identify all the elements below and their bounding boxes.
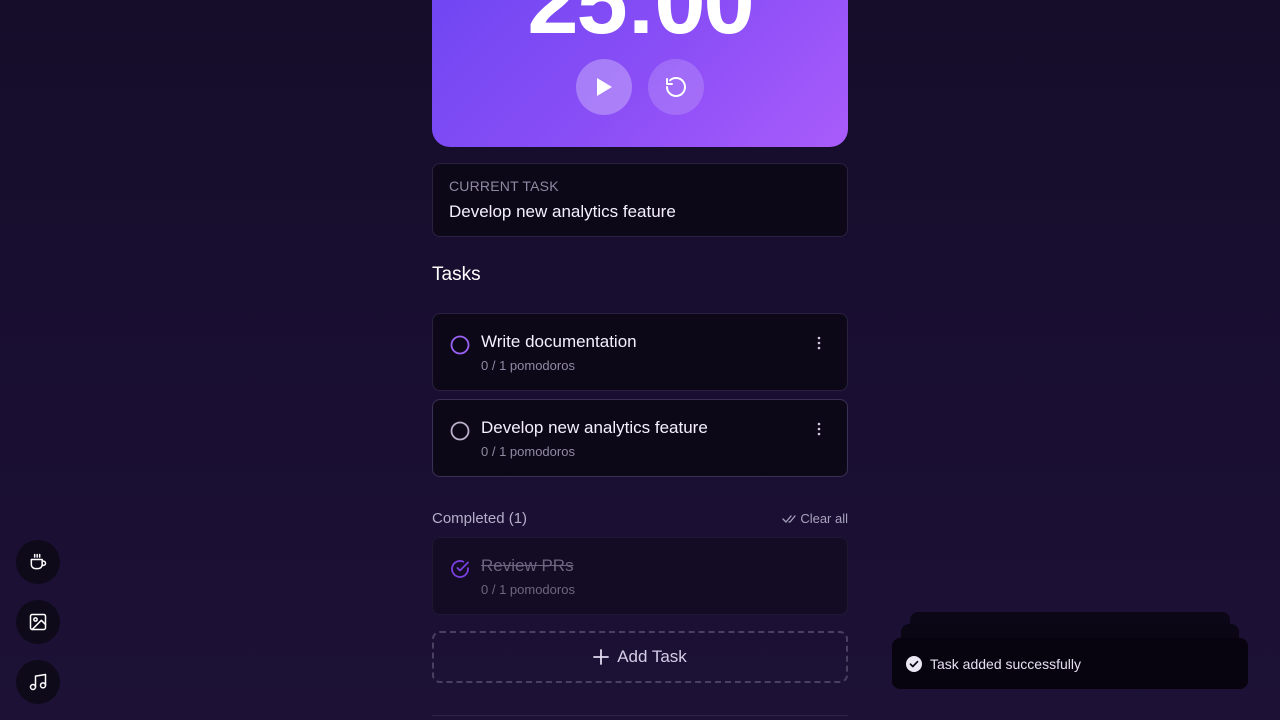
toast-message: Task added successfully <box>930 655 1081 672</box>
background-button[interactable] <box>16 600 60 644</box>
task-menu-button[interactable] <box>811 333 827 353</box>
timer-display: 25:00 <box>527 0 754 53</box>
toast-stack: Task added successfully <box>892 612 1248 690</box>
image-icon <box>29 613 47 631</box>
play-icon <box>597 78 612 96</box>
coffee-icon <box>30 553 47 570</box>
check-circle-icon <box>906 655 922 672</box>
break-button[interactable] <box>16 540 60 584</box>
current-task-label: CURRENT TASK <box>449 178 559 194</box>
reset-icon <box>666 77 686 97</box>
plus-icon <box>593 649 610 665</box>
music-button[interactable] <box>16 660 60 704</box>
task-item[interactable]: Write documentation 0 / 1 pomodoros <box>432 313 848 391</box>
task-checkbox-icon[interactable] <box>450 421 470 441</box>
task-item[interactable]: Develop new analytics feature 0 / 1 pomo… <box>432 399 848 477</box>
play-button[interactable] <box>576 59 632 115</box>
current-task-card: CURRENT TASK Develop new analytics featu… <box>432 163 848 237</box>
add-task-button[interactable]: Add Task <box>432 631 848 683</box>
task-menu-button[interactable] <box>811 419 827 439</box>
more-vertical-icon <box>817 422 821 436</box>
check-circle-icon[interactable] <box>450 559 470 579</box>
task-progress: 0 / 1 pomodoros <box>481 358 575 373</box>
toast[interactable]: Task added successfully <box>892 638 1248 689</box>
clear-all-label: Clear all <box>800 511 848 526</box>
tasks-heading: Tasks <box>432 264 481 285</box>
more-vertical-icon <box>817 336 821 350</box>
timer-card: 25:00 <box>432 0 848 147</box>
divider <box>432 715 848 716</box>
add-task-label: Add Task <box>617 647 687 666</box>
current-task-name: Develop new analytics feature <box>449 202 676 221</box>
task-name: Develop new analytics feature <box>481 418 708 437</box>
task-name: Review PRs <box>481 556 574 575</box>
completed-label: Completed (1) <box>432 510 528 527</box>
completed-task-item[interactable]: Review PRs 0 / 1 pomodoros <box>432 537 848 615</box>
clear-all-button[interactable]: Clear all <box>782 511 848 526</box>
reset-button[interactable] <box>648 59 704 115</box>
task-progress: 0 / 1 pomodoros <box>481 444 575 459</box>
task-checkbox-icon[interactable] <box>450 335 470 355</box>
task-name: Write documentation <box>481 332 637 351</box>
completed-header: Completed (1) Clear all <box>432 510 848 530</box>
task-progress: 0 / 1 pomodoros <box>481 582 575 597</box>
double-check-icon <box>782 514 796 523</box>
music-icon <box>29 673 47 691</box>
